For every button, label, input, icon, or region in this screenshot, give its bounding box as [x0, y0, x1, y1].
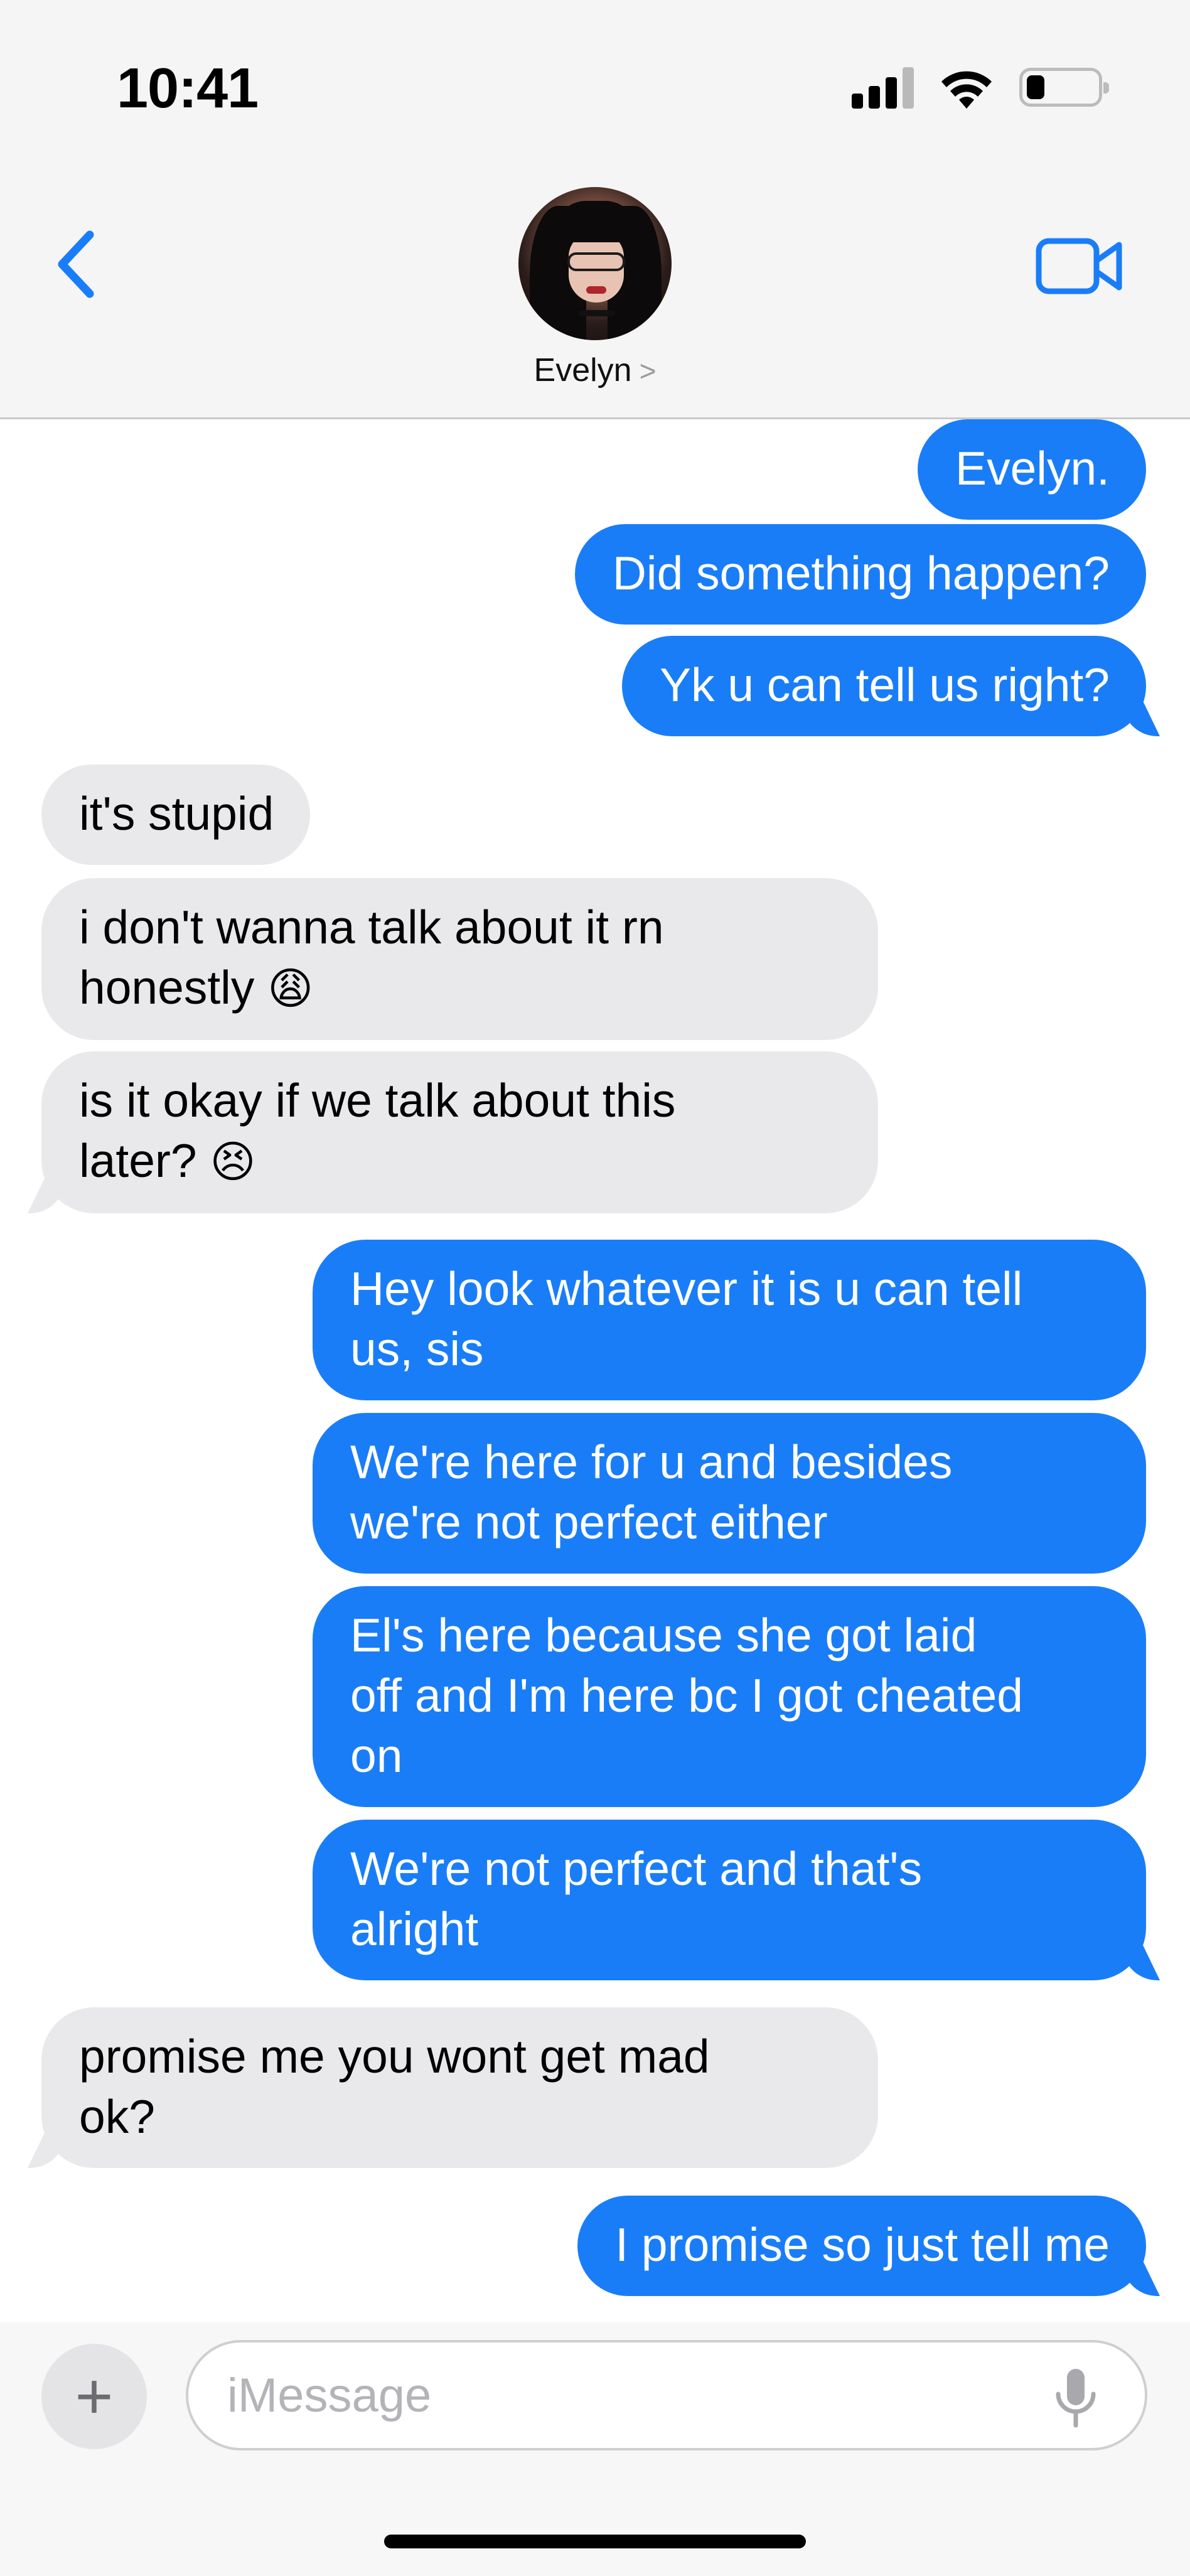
plus-icon: +	[75, 2360, 114, 2433]
battery-icon	[1019, 68, 1109, 107]
message-bubble-incoming[interactable]: is it okay if we talk about this later? …	[41, 1051, 878, 1213]
message-input[interactable]	[227, 2368, 1005, 2423]
message-text: it's stupid	[79, 787, 274, 840]
message-text: off and I'm here bc I got cheated	[350, 1669, 1023, 1722]
message-bubble-outgoing[interactable]: We're here for u and besides we're not p…	[313, 1413, 1146, 1574]
message-text: on	[350, 1729, 403, 1782]
wifi-icon	[941, 71, 992, 109]
message-bubble-outgoing[interactable]: Evelyn.	[918, 419, 1146, 520]
contact-name[interactable]: Evelyn >	[0, 352, 1190, 389]
message-text: we're not perfect either	[350, 1496, 828, 1548]
video-camera-icon	[1036, 238, 1122, 294]
message-text: alright	[350, 1902, 479, 1955]
message-text: ok?	[79, 2090, 155, 2143]
dictation-button[interactable]	[1053, 2366, 1098, 2429]
message-bubble-outgoing[interactable]: Hey look whatever it is u can tell us, s…	[313, 1240, 1146, 1400]
message-text: honestly	[79, 961, 255, 1014]
status-icons	[852, 64, 1109, 110]
contact-name-label: Evelyn	[533, 352, 632, 389]
message-text: Did something happen?	[612, 547, 1110, 599]
message-text: Yk u can tell us right?	[659, 658, 1110, 711]
facetime-video-button[interactable]	[1036, 235, 1123, 298]
chevron-right-icon: >	[639, 355, 657, 387]
imessage-field[interactable]	[186, 2340, 1147, 2450]
status-time: 10:41	[117, 57, 259, 120]
message-text: Hey look whatever it is u can tell	[350, 1262, 1023, 1315]
message-text: I promise so just tell me	[615, 2218, 1110, 2271]
message-bubble-incoming[interactable]: promise me you wont get mad ok?	[41, 2007, 878, 2168]
microphone-icon	[1056, 2369, 1096, 2428]
apps-plus-button[interactable]: +	[41, 2344, 147, 2449]
message-text: i don't wanna talk about it rn	[79, 901, 664, 953]
message-bubble-incoming[interactable]: it's stupid	[41, 765, 311, 865]
message-bubble-outgoing[interactable]: We're not perfect and that's alright	[313, 1820, 1146, 1980]
chevron-left-icon	[58, 230, 94, 298]
message-text: is it okay if we talk about this	[79, 1074, 676, 1127]
conversation-header: 10:41 Evelyn >	[0, 0, 1190, 419]
back-button[interactable]	[44, 223, 107, 305]
message-text: Evelyn.	[955, 442, 1110, 495]
message-bubble-outgoing[interactable]: I promise so just tell me	[577, 2196, 1146, 2296]
contact-avatar[interactable]	[518, 187, 672, 340]
message-text: We're here for u and besides	[350, 1436, 953, 1488]
message-bubble-outgoing[interactable]: Yk u can tell us right?	[621, 636, 1146, 736]
persevering-face-emoji: 😣	[210, 1136, 256, 1188]
message-text: promise me you wont get mad	[79, 2030, 710, 2083]
weary-face-emoji: 😩	[267, 963, 314, 1014]
home-indicator[interactable]	[384, 2535, 806, 2548]
signal-icon	[852, 66, 914, 109]
message-bubble-outgoing[interactable]: Did something happen?	[574, 524, 1146, 625]
message-bubble-outgoing[interactable]: El's here because she got laid off and I…	[313, 1586, 1146, 1807]
message-text: El's here because she got laid	[350, 1609, 977, 1661]
message-text: later?	[79, 1134, 197, 1187]
message-text: We're not perfect and that's	[350, 1842, 923, 1895]
message-bubble-incoming[interactable]: i don't wanna talk about it rn honestly …	[41, 878, 878, 1040]
messages-screen: 10:41 Evelyn > Evelyn. Did something hap…	[0, 0, 1190, 2576]
message-text: us, sis	[350, 1323, 484, 1375]
